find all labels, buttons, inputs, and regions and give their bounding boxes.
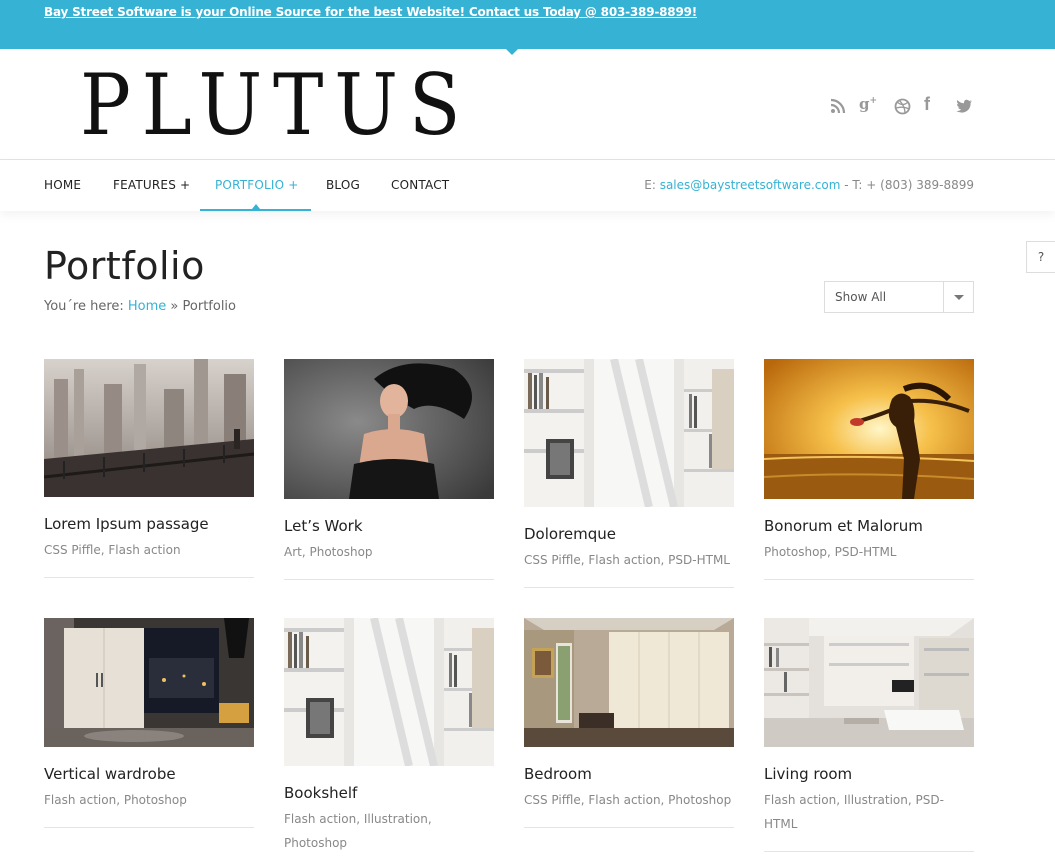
main-navigation: HOME FEATURES + PORTFOLIO + BLOG CONTACT… (0, 160, 1055, 211)
portfolio-item-title[interactable]: Bookshelf (284, 784, 357, 802)
portfolio-item-title[interactable]: Living room (764, 765, 852, 783)
portfolio-thumbnail-woman-hair[interactable] (284, 359, 494, 499)
site-header: PLUTUS g+ f (0, 49, 1055, 160)
header-contact-info: E: sales@baystreetsoftware.com - T: + (8… (644, 178, 974, 192)
breadcrumb-current: Portfolio (182, 299, 236, 314)
site-logo[interactable]: PLUTUS (80, 55, 471, 155)
portfolio-item-tags: Art, Photoshop (284, 545, 373, 559)
portfolio-item-title[interactable]: Lorem Ipsum passage (44, 515, 209, 533)
portfolio-item-tags: Flash action, Illustration, Photoshop (284, 812, 432, 850)
google-plus-icon[interactable]: g+ (859, 95, 881, 115)
card-divider (764, 851, 974, 852)
nav-item-home[interactable]: HOME (44, 178, 81, 192)
contact-email-prefix: E: (644, 178, 660, 192)
portfolio-item-title[interactable]: Bonorum et Malorum (764, 517, 923, 535)
portfolio-filter-select[interactable]: Show All (824, 281, 974, 313)
rss-icon[interactable] (828, 96, 848, 116)
help-tab-button[interactable]: ? (1026, 241, 1055, 273)
portfolio-thumbnail-city-sketch[interactable] (44, 359, 254, 497)
breadcrumb-separator: » (166, 299, 183, 314)
card-divider (284, 579, 494, 580)
portfolio-thumbnail-bedroom[interactable] (524, 618, 734, 747)
portfolio-item-tags: CSS Piffle, Flash action, Photoshop (524, 793, 732, 807)
contact-email-link[interactable]: sales@baystreetsoftware.com (660, 178, 841, 192)
contact-phone: - T: + (803) 389-8899 (840, 178, 974, 192)
portfolio-thumbnail-wardrobe[interactable] (44, 618, 254, 747)
twitter-icon[interactable] (954, 96, 974, 116)
filter-divider (943, 282, 944, 312)
card-divider (44, 577, 254, 578)
portfolio-thumbnail-living-room[interactable] (764, 618, 974, 747)
breadcrumb-home-link[interactable]: Home (128, 299, 166, 314)
card-divider (764, 579, 974, 580)
card-divider (524, 587, 734, 588)
card-divider (44, 827, 254, 828)
dribbble-icon[interactable] (892, 96, 912, 116)
portfolio-item-title[interactable]: Vertical wardrobe (44, 765, 176, 783)
breadcrumb: You´re here: Home » Portfolio (44, 299, 236, 314)
portfolio-thumbnail-bookshelf[interactable] (524, 359, 734, 507)
portfolio-thumbnail-sunset[interactable] (764, 359, 974, 499)
nav-item-blog[interactable]: BLOG (326, 178, 360, 192)
portfolio-item-tags: Photoshop, PSD-HTML (764, 545, 897, 559)
top-announcement-bar: Bay Street Software is your Online Sourc… (0, 0, 1055, 55)
breadcrumb-prefix: You´re here: (44, 299, 128, 314)
portfolio-item-tags: Flash action, Photoshop (44, 793, 187, 807)
chevron-down-icon[interactable] (954, 295, 964, 300)
facebook-icon[interactable]: f (924, 94, 940, 114)
portfolio-item-tags: Flash action, Illustration, PSD-HTML (764, 793, 944, 831)
portfolio-item-tags: CSS Piffle, Flash action (44, 543, 181, 557)
nav-item-contact[interactable]: CONTACT (391, 178, 449, 192)
portfolio-thumbnail-bookshelf[interactable] (284, 618, 494, 766)
nav-item-portfolio[interactable]: PORTFOLIO + (215, 178, 299, 192)
portfolio-item-title[interactable]: Let’s Work (284, 517, 363, 535)
portfolio-item-title[interactable]: Bedroom (524, 765, 592, 783)
active-nav-underline (200, 209, 311, 211)
portfolio-item-title[interactable]: Doloremque (524, 525, 616, 543)
page-title: Portfolio (44, 244, 205, 288)
announcement-link[interactable]: Bay Street Software is your Online Sourc… (44, 5, 697, 19)
portfolio-item-tags: CSS Piffle, Flash action, PSD-HTML (524, 553, 730, 567)
card-divider (524, 827, 734, 828)
filter-selected-value: Show All (835, 290, 887, 304)
nav-item-features[interactable]: FEATURES + (113, 178, 190, 192)
